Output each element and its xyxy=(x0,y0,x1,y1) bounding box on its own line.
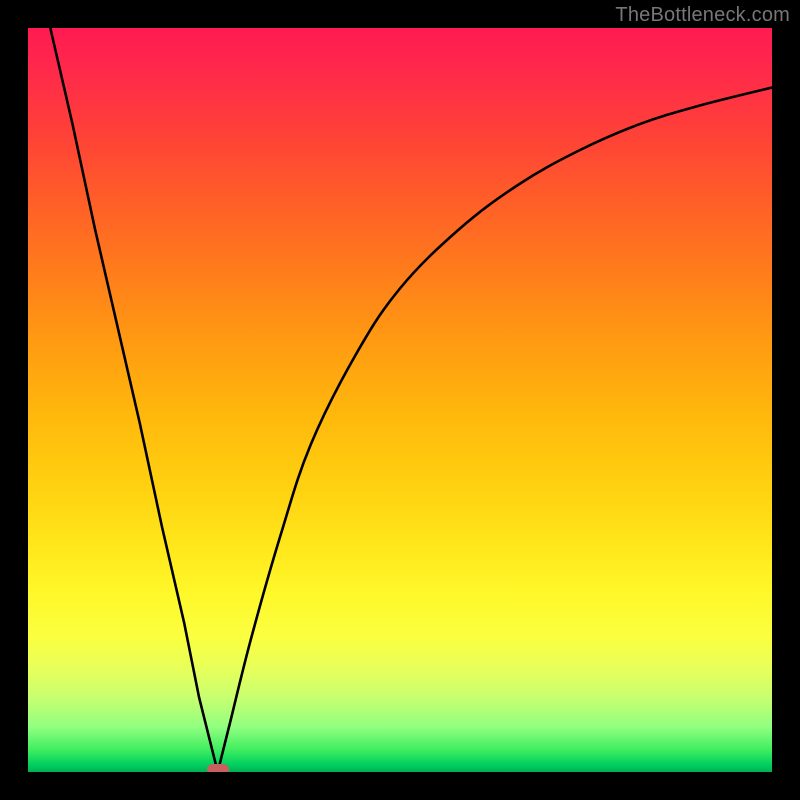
optimum-marker xyxy=(207,764,229,772)
chart-frame: TheBottleneck.com xyxy=(0,0,800,800)
plot-area xyxy=(28,28,772,772)
watermark-text: TheBottleneck.com xyxy=(615,4,790,27)
bottleneck-curve xyxy=(28,28,772,772)
